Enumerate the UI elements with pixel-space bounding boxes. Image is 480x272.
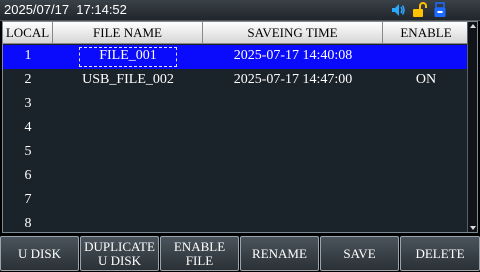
cell-file-name <box>53 189 203 213</box>
cell-local: 4 <box>24 120 32 135</box>
cell-file-name: USB_FILE_002 <box>82 72 174 87</box>
cell-file-name <box>53 141 203 165</box>
table-row[interactable]: 2 USB_FILE_002 2025-07-17 14:47:00 ON <box>3 69 469 93</box>
enable-file-button[interactable]: ENABLE FILE <box>160 236 239 271</box>
softkey-bar: U DISK DUPLICATE U DISK ENABLE FILE RENA… <box>0 236 480 272</box>
cell-saving-time <box>203 213 383 232</box>
cell-saving-time <box>203 117 383 141</box>
cell-saving-time <box>203 165 383 189</box>
save-label: SAVE <box>343 245 376 261</box>
cell-local: 3 <box>24 96 32 111</box>
file-table: LOCAL FILE NAME SAVEING TIME ENABLE 1 FI… <box>2 21 478 233</box>
duplicate-label-line1: DUPLICATE <box>84 238 155 254</box>
cell-local: 5 <box>24 144 32 159</box>
cell-local: 6 <box>24 168 32 183</box>
table-row[interactable]: 7 <box>3 189 469 213</box>
table-row[interactable]: 5 <box>3 141 469 165</box>
rename-label: RENAME <box>252 245 307 261</box>
table-row[interactable]: 1 FILE_001 2025-07-17 14:40:08 <box>3 45 469 69</box>
cell-enable <box>383 141 469 165</box>
cell-enable <box>383 165 469 189</box>
speaker-icon[interactable] <box>390 2 406 18</box>
header-saving-time: SAVEING TIME <box>203 22 383 43</box>
cell-enable <box>383 117 469 141</box>
cell-enable <box>383 213 469 232</box>
header-file-name: FILE NAME <box>53 22 203 43</box>
cell-file-name <box>53 93 203 117</box>
table-row[interactable]: 8 <box>3 213 469 232</box>
rename-button[interactable]: RENAME <box>240 236 319 271</box>
table-row[interactable]: 3 <box>3 93 469 117</box>
header-local: LOCAL <box>3 22 53 43</box>
cell-saving-time: 2025-07-17 14:47:00 <box>233 72 353 87</box>
delete-label: DELETE <box>415 245 465 261</box>
cell-enable <box>383 93 469 117</box>
u-disk-button[interactable]: U DISK <box>0 236 79 271</box>
table-header: LOCAL FILE NAME SAVEING TIME ENABLE <box>3 22 469 44</box>
scroll-up-arrow-icon[interactable] <box>470 24 476 28</box>
cell-file-name: FILE_001 <box>77 45 179 69</box>
u-disk-label: U DISK <box>18 245 61 261</box>
unlocked-padlock-icon[interactable] <box>411 2 427 18</box>
duplicate-label-line2: U DISK <box>98 252 141 268</box>
cell-enable: ON <box>415 72 437 87</box>
cell-local: 7 <box>24 192 32 207</box>
cell-file-name <box>53 117 203 141</box>
cell-file-name <box>53 213 203 232</box>
status-bar: 2025/07/17 17:14:52 <box>0 0 480 21</box>
cell-saving-time <box>203 189 383 213</box>
cell-local: 1 <box>24 48 32 63</box>
header-enable: ENABLE <box>400 25 452 40</box>
cell-enable <box>383 189 469 213</box>
table-row[interactable]: 6 <box>3 165 469 189</box>
cell-enable <box>383 45 469 69</box>
status-datetime: 2025/07/17 17:14:52 <box>4 2 127 17</box>
save-button[interactable]: SAVE <box>320 236 399 271</box>
cell-local: 8 <box>24 216 32 231</box>
delete-button[interactable]: DELETE <box>400 236 480 271</box>
cell-local: 2 <box>24 72 32 87</box>
enable-label-line1: ENABLE <box>173 238 226 254</box>
cell-saving-time <box>203 93 383 117</box>
duplicate-u-disk-button[interactable]: DUPLICATE U DISK <box>80 236 159 271</box>
cell-file-name <box>53 165 203 189</box>
cell-saving-time: 2025-07-17 14:40:08 <box>233 48 353 63</box>
cell-saving-time <box>203 141 383 165</box>
vertical-scrollbar[interactable] <box>467 22 477 232</box>
table-row[interactable]: 4 <box>3 117 469 141</box>
usb-drive-icon[interactable] <box>432 2 448 18</box>
enable-label-line2: FILE <box>185 252 214 268</box>
scroll-down-arrow-icon[interactable] <box>470 226 476 230</box>
